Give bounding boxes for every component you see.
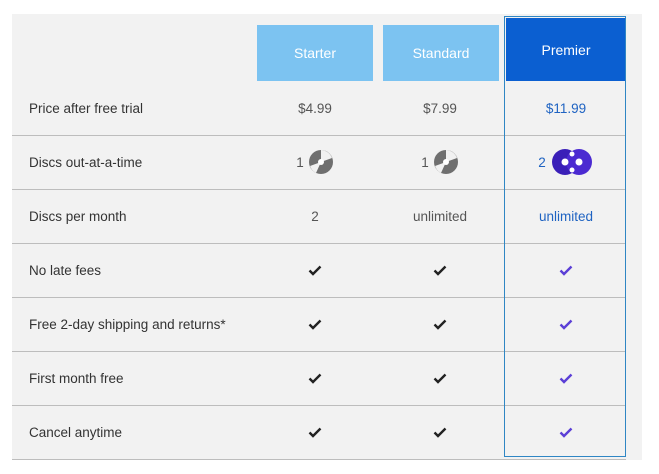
- first-month-premier: [506, 351, 626, 405]
- check-icon: [433, 265, 447, 276]
- check-icon: [308, 319, 322, 330]
- disc-icon: [308, 150, 333, 174]
- discs-out-standard-count: 1: [421, 154, 429, 170]
- row-label-discs-month: Discs per month: [29, 208, 127, 224]
- disc-icon: [433, 150, 458, 174]
- no-late-standard: [380, 243, 500, 297]
- discs-out-starter: 1: [255, 135, 375, 189]
- no-late-starter: [255, 243, 375, 297]
- first-month-starter: [255, 351, 375, 405]
- check-icon: [308, 427, 322, 438]
- check-icon: [308, 265, 322, 276]
- plan-header-premier[interactable]: Premier: [506, 18, 626, 81]
- cancel-standard: [380, 405, 500, 459]
- plan-name-premier: Premier: [541, 42, 591, 58]
- discs-month-standard: unlimited: [412, 208, 468, 224]
- table-row-first-month: First month free: [12, 351, 626, 406]
- row-label-first-month: First month free: [29, 370, 124, 386]
- discs-month-starter: 2: [311, 208, 319, 224]
- discs-out-standard: 1: [380, 135, 500, 189]
- price-standard: $7.99: [423, 100, 457, 116]
- check-icon: [559, 319, 573, 330]
- check-icon: [308, 373, 322, 384]
- plan-name-starter: Starter: [293, 45, 336, 61]
- price-premier: $11.99: [545, 100, 587, 116]
- plan-comparison-table: Starter Standard Premier Price after fre…: [12, 14, 642, 460]
- discs-out-premier-count: 2: [538, 154, 546, 170]
- plan-header-standard[interactable]: Standard: [383, 25, 499, 81]
- plan-header-starter[interactable]: Starter: [257, 25, 373, 81]
- check-icon: [433, 373, 447, 384]
- table-row-price: Price after free trial $4.99 $7.99 $11.9…: [12, 81, 626, 136]
- first-month-standard: [380, 351, 500, 405]
- table-row-discs-out: Discs out-at-a-time 1 1 2: [12, 135, 626, 190]
- row-label-shipping: Free 2-day shipping and returns*: [29, 316, 226, 332]
- row-label-price: Price after free trial: [29, 100, 144, 116]
- check-icon: [433, 319, 447, 330]
- cancel-starter: [255, 405, 375, 459]
- row-label-discs-out: Discs out-at-a-time: [29, 154, 143, 170]
- shipping-starter: [255, 297, 375, 351]
- table-row-no-late-fees: No late fees: [12, 243, 626, 298]
- no-late-premier: [506, 243, 626, 297]
- check-icon: [433, 427, 447, 438]
- shipping-premier: [506, 297, 626, 351]
- check-icon: [559, 265, 573, 276]
- table-row-shipping: Free 2-day shipping and returns*: [12, 297, 626, 352]
- check-icon: [559, 427, 573, 438]
- discs-month-premier: unlimited: [538, 208, 594, 224]
- plan-name-standard: Standard: [412, 45, 470, 61]
- table-row-cancel: Cancel anytime: [12, 405, 626, 460]
- shipping-standard: [380, 297, 500, 351]
- price-starter: $4.99: [298, 100, 332, 116]
- double-disc-icon: [551, 149, 592, 175]
- discs-out-starter-count: 1: [296, 154, 304, 170]
- row-label-cancel: Cancel anytime: [29, 424, 123, 440]
- row-label-no-late-fees: No late fees: [29, 262, 102, 278]
- table-row-discs-month: Discs per month 2 unlimited unlimited: [12, 189, 626, 244]
- discs-out-premier: 2: [506, 135, 626, 189]
- check-icon: [559, 373, 573, 384]
- cancel-premier: [506, 405, 626, 459]
